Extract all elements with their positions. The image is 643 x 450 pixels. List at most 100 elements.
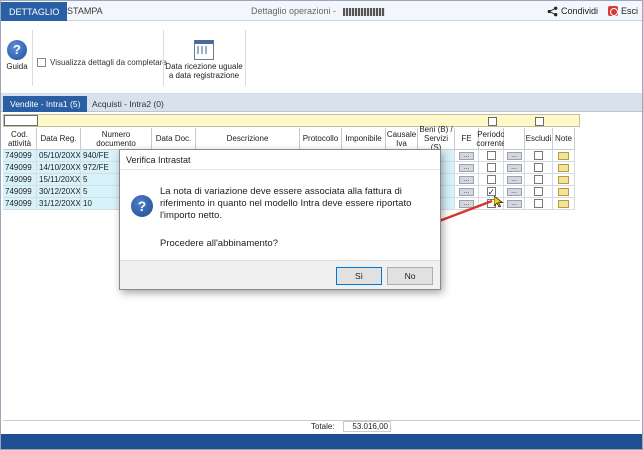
col-protocollo[interactable]: Protocollo (300, 128, 342, 150)
cell-note (553, 150, 575, 162)
select-all-periodo-checkbox[interactable] (488, 117, 497, 126)
share-label: Condividi (560, 6, 598, 16)
exit-button[interactable]: Esci (607, 6, 638, 16)
periodo-checkbox[interactable] (486, 163, 496, 172)
show-details-checkbox[interactable]: Visualizza dettagli da completare (37, 58, 167, 67)
cell-cod[interactable]: 749099 (3, 174, 37, 186)
help-icon: ? (7, 40, 27, 60)
share-icon (547, 6, 558, 16)
note-icon[interactable] (558, 187, 569, 196)
mouse-cursor-icon (494, 196, 504, 208)
escludi-checkbox[interactable] (534, 199, 543, 208)
totals-bar: Totale: 53.016,00 (3, 420, 640, 432)
cell-cod[interactable]: 749099 (3, 198, 37, 210)
fe-details-button[interactable]: ... (459, 163, 474, 172)
tab-dettaglio[interactable]: DETTAGLIO (1, 2, 68, 21)
cell-note (553, 198, 575, 210)
cell-periodo-btn: ... (504, 198, 525, 210)
date-button-line1: Data ricezione uguale (165, 62, 243, 71)
exit-label: Esci (620, 6, 638, 16)
tab-vendite[interactable]: Vendite - Intra1 (5) (3, 96, 88, 112)
cell-note (553, 162, 575, 174)
col-descrizione[interactable]: Descrizione (196, 128, 300, 150)
tab-stampa[interactable]: STAMPA (59, 1, 111, 21)
col-periodo-corrente[interactable]: Periodo corrente (476, 128, 506, 150)
note-icon[interactable] (558, 151, 569, 160)
cell-cod[interactable]: 749099 (3, 186, 37, 198)
periodo-checkbox[interactable] (486, 175, 496, 184)
select-all-escludi-checkbox[interactable] (535, 117, 544, 126)
help-button[interactable]: ? Guida (4, 40, 30, 71)
cell-periodo (479, 174, 504, 186)
periodo-checkbox[interactable] (486, 151, 496, 160)
tab-acquisti[interactable]: Acquisti - Intra2 (0) (85, 96, 171, 112)
cell-fe: ... (455, 186, 479, 198)
window-title-text: Dettaglio operazioni - (251, 6, 339, 16)
date-reception-button[interactable]: Data ricezione uguale a data registrazio… (165, 40, 243, 80)
cell-escludi (525, 162, 553, 174)
cell-note (553, 186, 575, 198)
share-button[interactable]: Condividi (547, 6, 598, 17)
cell-data-reg[interactable]: 31/12/20XX (37, 198, 81, 210)
dialog-question: Procedere all'abbinamento? (160, 238, 279, 249)
cell-data-reg[interactable]: 05/10/20XX (37, 150, 81, 162)
cell-data-reg[interactable]: 14/10/20XX (37, 162, 81, 174)
cell-escludi (525, 174, 553, 186)
col-data-reg[interactable]: Data Reg. (37, 128, 81, 150)
filter-input[interactable] (4, 115, 38, 126)
col-imponibile[interactable]: Imponibile (342, 128, 386, 150)
periodo-details-button[interactable]: ... (506, 175, 522, 184)
cell-data-reg[interactable]: 30/12/20XX (37, 186, 81, 198)
dialog-message: La nota di variazione deve essere associ… (160, 186, 412, 221)
checkbox[interactable] (37, 58, 46, 67)
cell-cod[interactable]: 749099 (3, 162, 37, 174)
checkbox-label: Visualizza dettagli da completare (50, 58, 167, 67)
grid-header: Cod. attività Data Reg. Numero documento… (3, 125, 575, 152)
escludi-checkbox[interactable] (534, 151, 543, 160)
fe-details-button[interactable]: ... (459, 175, 474, 184)
cell-periodo-btn: ... (504, 162, 525, 174)
periodo-details-button[interactable]: ... (506, 151, 522, 160)
escludi-checkbox[interactable] (534, 187, 543, 196)
dialog-title: Verifica Intrastat (120, 150, 440, 170)
yes-button[interactable]: Sì (336, 267, 382, 285)
ribbon-divider (32, 30, 33, 86)
question-icon: ? (131, 195, 153, 217)
note-icon[interactable] (558, 175, 569, 184)
escludi-checkbox[interactable] (534, 163, 543, 172)
fe-details-button[interactable]: ... (459, 187, 474, 196)
cell-fe: ... (455, 150, 479, 162)
cell-data-reg[interactable]: 15/11/20XX (37, 174, 81, 186)
col-note[interactable]: Note (553, 128, 575, 150)
escludi-checkbox[interactable] (534, 175, 543, 184)
periodo-details-button[interactable]: ... (506, 199, 522, 208)
cell-periodo-btn: ... (504, 186, 525, 198)
fe-details-button[interactable]: ... (459, 151, 474, 160)
cell-periodo-btn: ... (504, 150, 525, 162)
col-causale-iva[interactable]: Causale Iva (386, 128, 418, 150)
note-icon[interactable] (558, 199, 569, 208)
periodo-details-button[interactable]: ... (506, 187, 522, 196)
redacted-text (342, 7, 385, 16)
total-value: 53.016,00 (343, 421, 391, 432)
cell-fe: ... (455, 162, 479, 174)
cell-cod[interactable]: 749099 (3, 150, 37, 162)
note-icon[interactable] (558, 163, 569, 172)
date-button-line2: a data registrazione (168, 71, 240, 80)
ribbon-divider (163, 30, 164, 86)
col-numero-documento[interactable]: Numero documento (81, 128, 152, 150)
col-beni-servizi[interactable]: Beni (B) / Servizi (S) (418, 125, 455, 152)
cell-escludi (525, 186, 553, 198)
app-window: DETTAGLIO STAMPA Dettaglio operazioni - … (0, 0, 643, 450)
col-escludi[interactable]: Escludi (525, 128, 553, 150)
no-button[interactable]: No (387, 267, 433, 285)
col-cod-attivita[interactable]: Cod. attività (3, 128, 37, 150)
col-data-doc[interactable]: Data Doc. (152, 128, 196, 150)
subtab-bar: Vendite - Intra1 (5) Acquisti - Intra2 (… (1, 94, 642, 112)
ribbon: ? Guida Visualizza dettagli da completar… (1, 22, 642, 94)
help-label: Guida (6, 62, 28, 71)
periodo-details-button[interactable]: ... (506, 163, 522, 172)
periodo-checkbox[interactable] (486, 187, 496, 196)
intrastat-dialog: Verifica Intrastat ? La nota di variazio… (119, 149, 441, 290)
col-periodo-button (504, 128, 525, 150)
